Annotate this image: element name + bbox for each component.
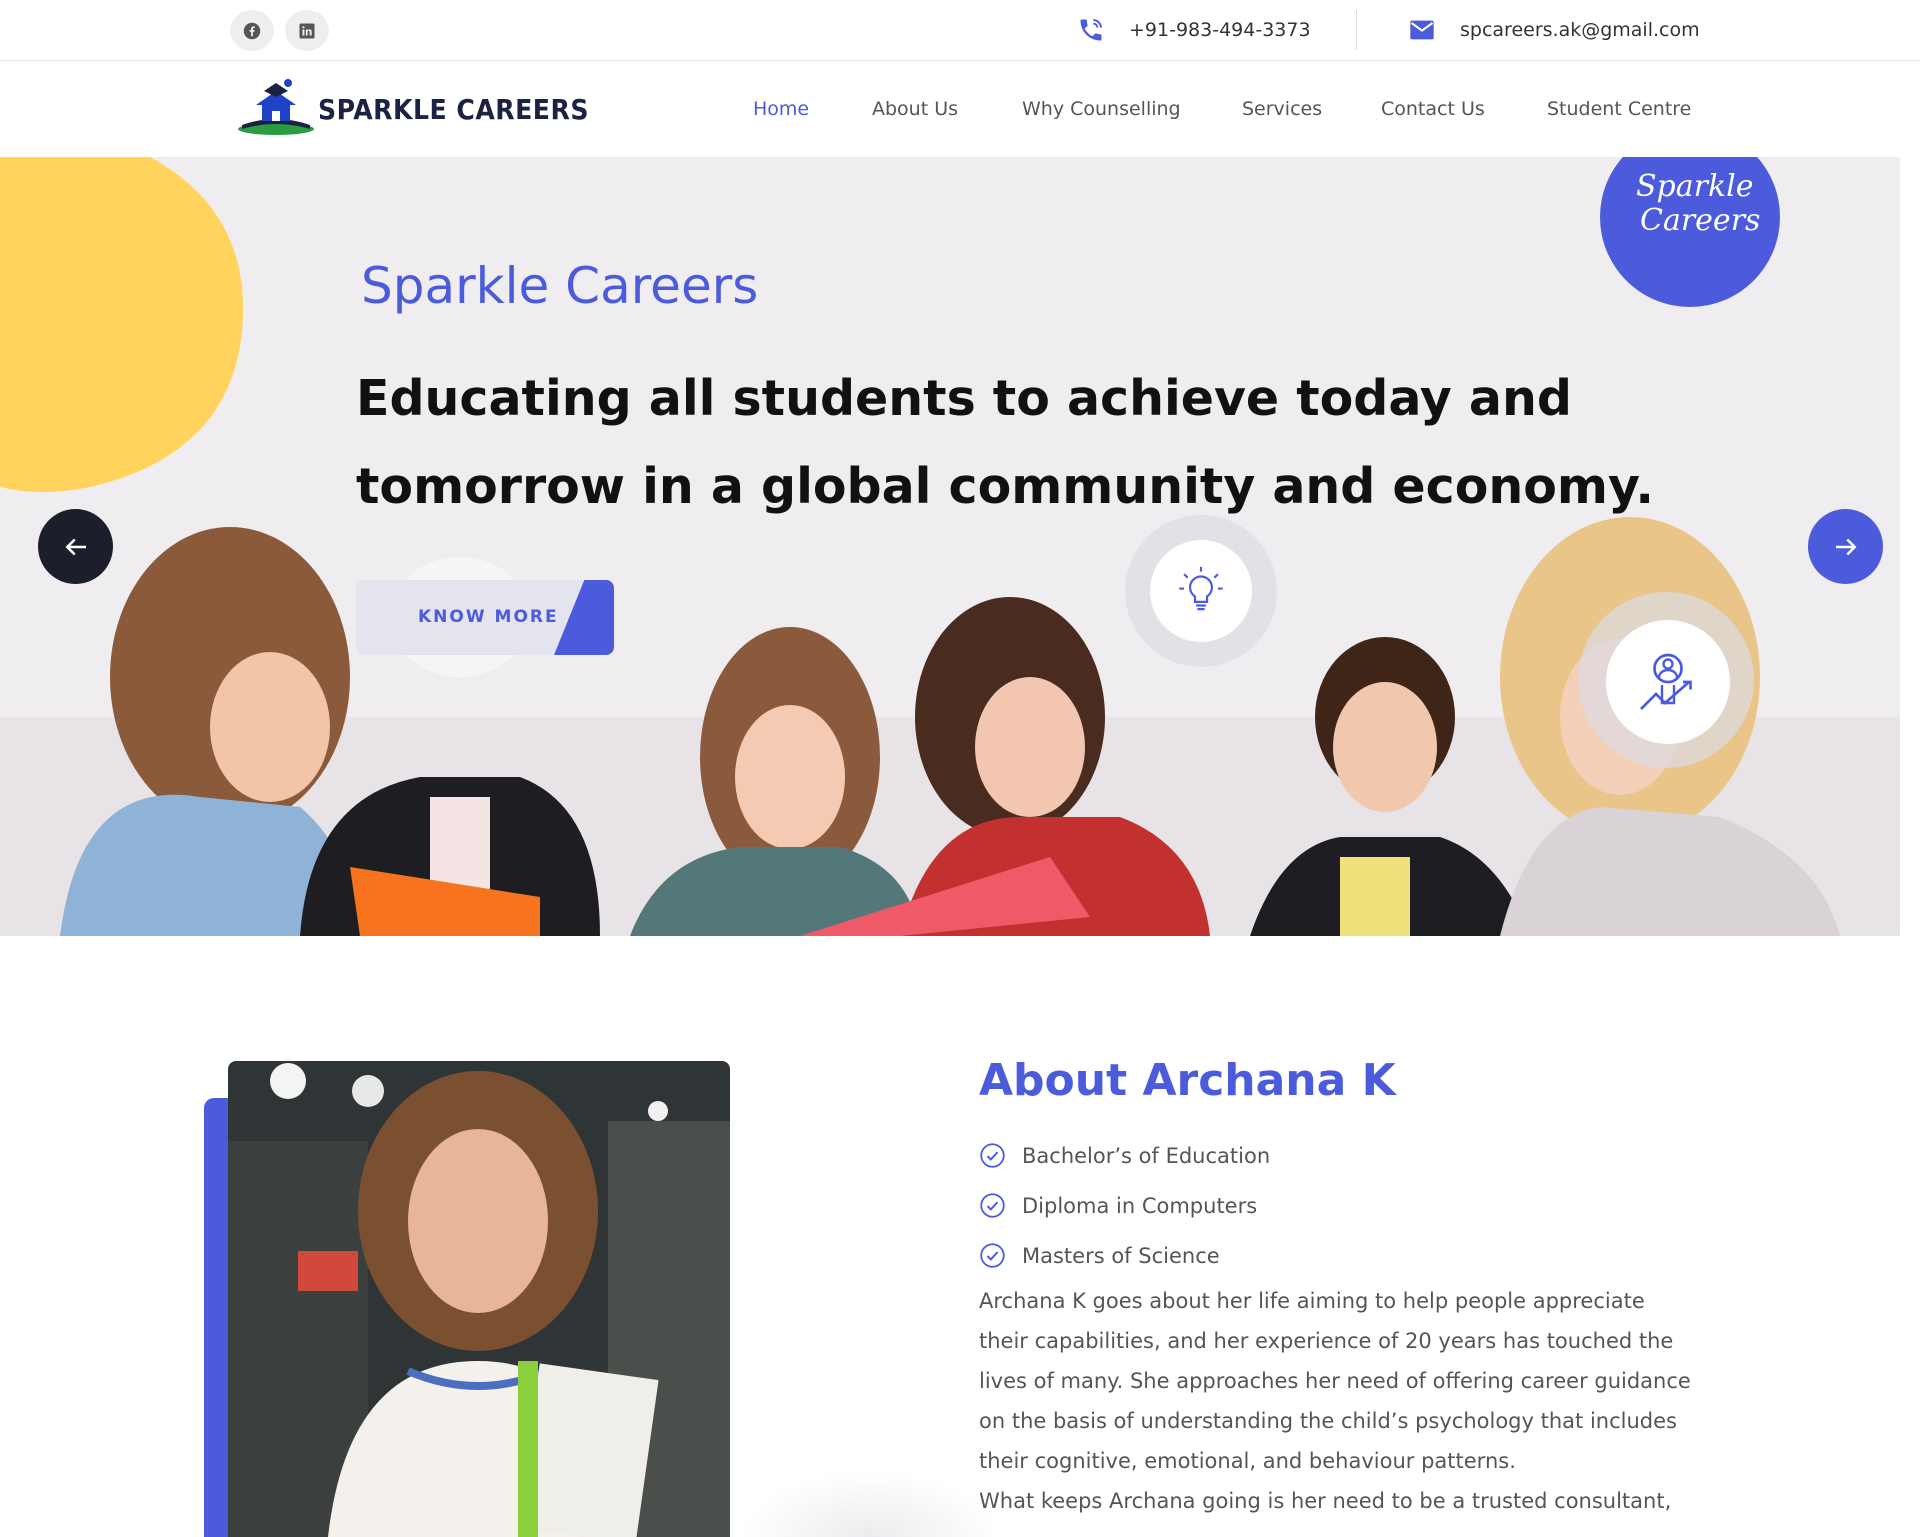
- hero-slider: Sparkle Careers Educating all students t…: [0, 157, 1900, 936]
- nav-item-about-us[interactable]: About Us: [872, 98, 958, 120]
- lightbulb-bubble: [1125, 515, 1277, 667]
- qualification-item: Masters of Science: [979, 1242, 1220, 1269]
- qualification-item: Diploma in Computers: [979, 1192, 1257, 1219]
- badge-line-1: Sparkle: [1636, 169, 1754, 204]
- portrait-image: [228, 1061, 730, 1537]
- nav-item-why-counselling[interactable]: Why Counselling: [1022, 98, 1181, 120]
- check-circle-icon: [980, 1243, 1005, 1268]
- growth-bubble: [1578, 592, 1754, 768]
- nav-item-home[interactable]: Home: [753, 98, 809, 120]
- hero-title: Sparkle Careers: [361, 257, 759, 315]
- prev-slide-button[interactable]: [38, 509, 113, 584]
- scroll-shadow: [740, 1470, 1000, 1537]
- nav-item-contact-us[interactable]: Contact Us: [1381, 98, 1485, 120]
- contact-divider: [1356, 10, 1357, 50]
- arrow-right-icon: [1835, 538, 1857, 555]
- lightbulb-icon: [1179, 566, 1223, 611]
- linkedin-icon: [299, 23, 315, 38]
- arrow-left-icon: [64, 538, 86, 555]
- nav-menu: Home About Us Why Counselling Services C…: [0, 98, 1920, 126]
- badge-line-2: Careers: [1640, 203, 1761, 238]
- about-title: About Archana K: [979, 1055, 1396, 1106]
- qualification-label: Diploma in Computers: [1022, 1193, 1258, 1218]
- qualification-label: Masters of Science: [1022, 1243, 1220, 1268]
- qualification-label: Bachelor’s of Education: [1022, 1143, 1271, 1168]
- nav-item-student-centre[interactable]: Student Centre: [1547, 98, 1691, 120]
- linkedin-link[interactable]: [285, 10, 329, 51]
- phone-contact[interactable]: +91-983-494-3373: [1077, 14, 1311, 46]
- archana-portrait: [228, 1061, 730, 1537]
- nav-item-services[interactable]: Services: [1242, 98, 1322, 120]
- phone-icon: [1080, 19, 1102, 41]
- know-more-label: KNOW MORE: [418, 607, 559, 627]
- hero-headline: Educating all students to achieve today …: [356, 370, 1655, 515]
- mail-icon: [1410, 20, 1434, 40]
- growth-person-icon: [1640, 653, 1692, 710]
- email-address: spcareers.ak@gmail.com: [1460, 19, 1700, 41]
- check-circle-icon: [980, 1143, 1005, 1168]
- facebook-icon: [243, 22, 261, 39]
- next-slide-button[interactable]: [1808, 509, 1883, 584]
- know-more-button[interactable]: KNOW MORE: [356, 580, 614, 655]
- phone-number: +91-983-494-3373: [1129, 19, 1311, 41]
- bio-paragraph-1: Archana K goes about her life aiming to …: [979, 1289, 1691, 1473]
- main-navbar: SPARKLE CAREERS Home About Us Why Counse…: [0, 61, 1920, 157]
- email-contact[interactable]: spcareers.ak@gmail.com: [1408, 14, 1700, 46]
- qualification-item: Bachelor’s of Education: [979, 1142, 1270, 1169]
- facebook-link[interactable]: [230, 10, 274, 51]
- top-bar: +91-983-494-3373 spcareers.ak@gmail.com: [0, 0, 1920, 61]
- button-accent-stripe: [554, 580, 614, 655]
- check-circle-icon: [980, 1193, 1005, 1218]
- about-bio: Archana K goes about her life aiming to …: [979, 1281, 1699, 1521]
- bio-paragraph-2: What keeps Archana going is her need to …: [979, 1489, 1672, 1513]
- students-group-photo: [0, 157, 1900, 936]
